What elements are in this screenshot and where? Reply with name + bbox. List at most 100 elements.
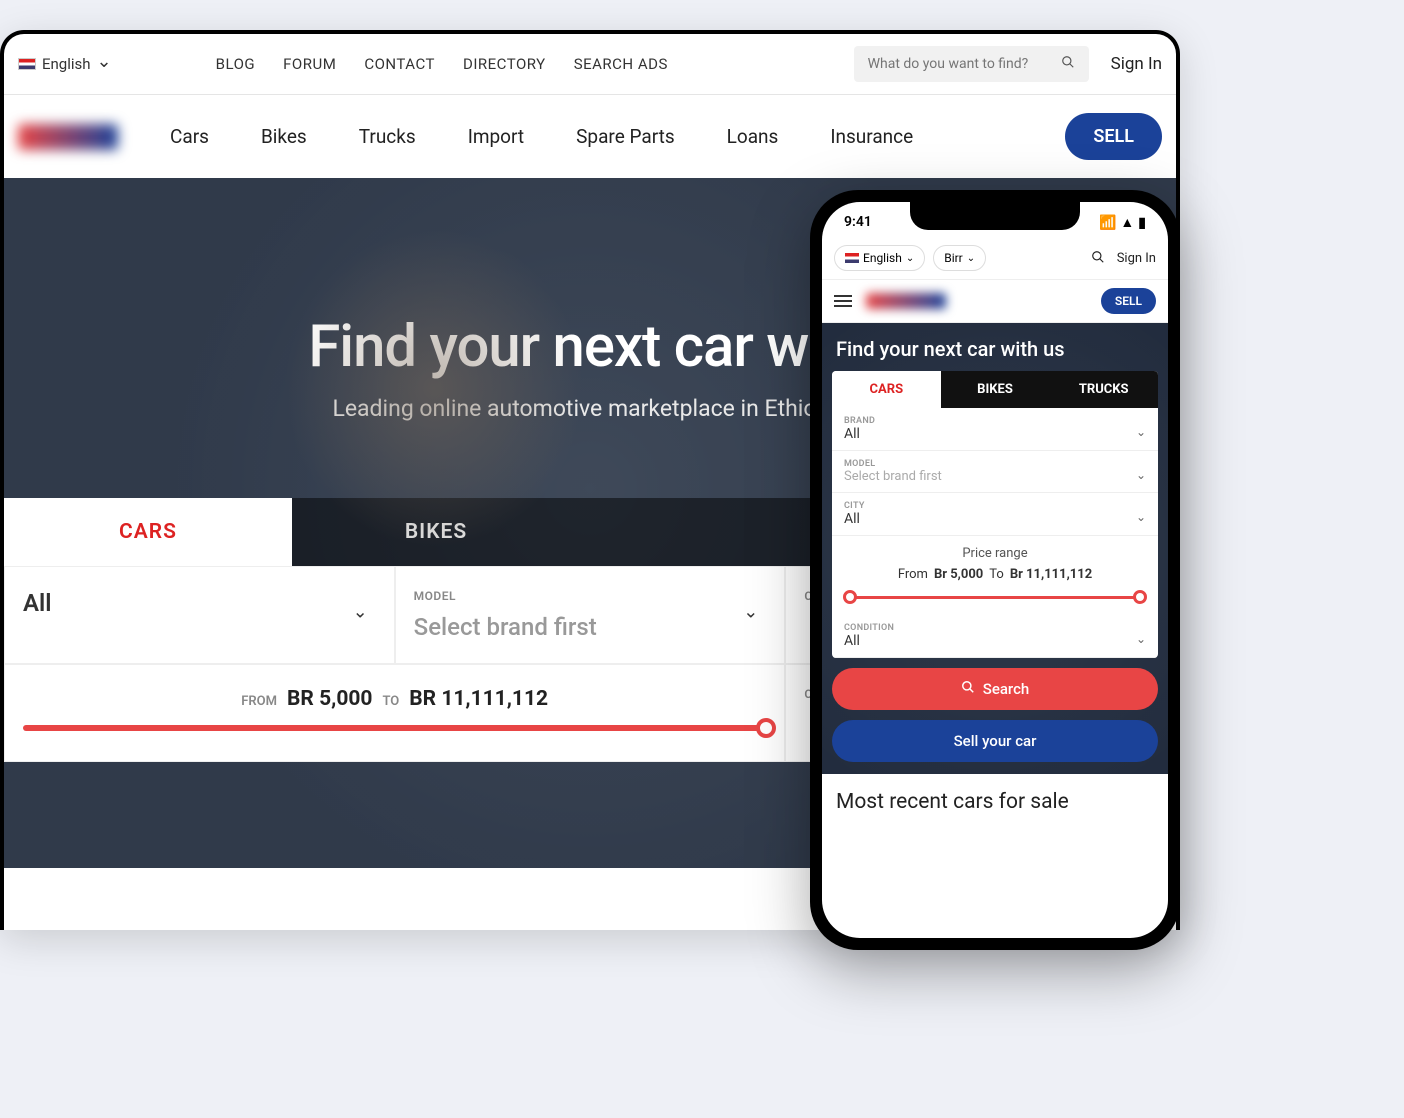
mobile-sell-button[interactable]: SELL [1101, 288, 1156, 314]
status-time: 9:41 [844, 214, 872, 231]
search-icon[interactable] [1091, 249, 1105, 268]
chevron-down-icon [743, 605, 758, 626]
hero-image [284, 228, 584, 548]
nav-spare[interactable]: Spare Parts [576, 125, 674, 148]
mobile-model-filter[interactable]: MODEL Select brand first ⌄ [832, 451, 1158, 493]
top-bar: English BLOG FORUM CONTACT DIRECTORY SEA… [4, 34, 1176, 95]
nav-cars[interactable]: Cars [170, 125, 209, 148]
menu-icon[interactable] [834, 295, 852, 307]
mobile-recent-heading: Most recent cars for sale [822, 774, 1168, 830]
mobile-price-row: From Br 5,000 To Br 11,111,112 [844, 567, 1146, 582]
mobile-nav: SELL [822, 279, 1168, 323]
brand-filter[interactable]: All [4, 566, 395, 664]
mobile-search-button[interactable]: Search [832, 668, 1158, 710]
mobile-condition-label: CONDITION [844, 623, 1146, 633]
mobile-tab-trucks[interactable]: TRUCKS [1049, 371, 1158, 408]
search-box[interactable] [854, 46, 1089, 82]
search-icon[interactable] [1061, 55, 1075, 73]
flag-icon [845, 253, 859, 263]
mobile-condition-filter[interactable]: CONDITION All ⌄ [832, 615, 1158, 658]
mobile-to-value: Br 11,111,112 [1010, 567, 1092, 582]
nav-import[interactable]: Import [468, 125, 524, 148]
mobile-currency-label: Birr [944, 251, 963, 265]
mobile-top-bar: English ⌄ Birr ⌄ Sign In [822, 237, 1168, 279]
mobile-brand-label: BRAND [844, 416, 1146, 426]
nav-trucks[interactable]: Trucks [359, 125, 416, 148]
search-input[interactable] [868, 56, 1061, 72]
mobile-hero: Find your next car with us CARS BIKES TR… [822, 323, 1168, 774]
model-label: MODEL [414, 589, 767, 603]
chevron-down-icon: ⌄ [906, 253, 914, 264]
mobile-currency-selector[interactable]: Birr ⌄ [933, 245, 986, 271]
mobile-tabs: CARS BIKES TRUCKS [832, 371, 1158, 408]
mobile-search-label: Search [983, 680, 1030, 698]
to-label: TO [382, 694, 399, 709]
model-placeholder: Select brand first [414, 613, 767, 641]
mobile-signin-link[interactable]: Sign In [1117, 251, 1156, 266]
top-link-forum[interactable]: FORUM [283, 55, 336, 73]
battery-icon: ▮ [1138, 215, 1146, 231]
status-icons: 📶 ▲ ▮ [1099, 214, 1146, 231]
brand-value: All [23, 589, 376, 617]
mobile-brand-filter[interactable]: BRAND All ⌄ [832, 408, 1158, 451]
nav-loans[interactable]: Loans [727, 125, 779, 148]
to-value: BR 11,111,112 [409, 687, 548, 711]
mobile-condition-value: All [844, 633, 1146, 649]
mobile-city-value: All [844, 511, 1146, 527]
signal-icon: 📶 [1099, 215, 1116, 231]
price-range-filter[interactable]: FROM BR 5,000 TO BR 11,111,112 [4, 664, 785, 762]
from-label: FROM [241, 694, 277, 709]
mobile-tab-bikes[interactable]: BIKES [941, 371, 1050, 408]
chevron-down-icon: ⌄ [1136, 632, 1146, 646]
mobile-from-value: Br 5,000 [934, 567, 983, 582]
top-link-searchads[interactable]: SEARCH ADS [574, 55, 668, 73]
logo[interactable] [18, 124, 118, 150]
mobile-sell-car-label: Sell your car [954, 732, 1037, 750]
flag-icon [18, 58, 36, 70]
nav-bikes[interactable]: Bikes [261, 125, 307, 148]
chevron-down-icon: ⌄ [1136, 510, 1146, 524]
slider-handle-left[interactable] [843, 590, 857, 604]
mobile-price-title: Price range [844, 546, 1146, 561]
top-link-contact[interactable]: CONTACT [364, 55, 435, 73]
slider-handle[interactable] [756, 718, 776, 738]
slider-handle-right[interactable] [1133, 590, 1147, 604]
mobile-from-label: From [898, 567, 928, 582]
mobile-brand-value: All [844, 426, 1146, 442]
mobile-tab-cars[interactable]: CARS [832, 371, 941, 408]
top-links: BLOG FORUM CONTACT DIRECTORY SEARCH ADS [216, 55, 668, 73]
mobile-search-card: CARS BIKES TRUCKS BRAND All ⌄ MODEL Sele… [832, 371, 1158, 658]
chevron-down-icon: ⌄ [1136, 467, 1146, 481]
top-right: Sign In [854, 46, 1162, 82]
price-range-row: FROM BR 5,000 TO BR 11,111,112 [23, 687, 766, 711]
nav-insurance[interactable]: Insurance [830, 125, 913, 148]
top-link-directory[interactable]: DIRECTORY [463, 55, 546, 73]
phone-notch [910, 202, 1080, 230]
mobile-hero-title: Find your next car with us [832, 337, 1158, 361]
search-icon [961, 680, 975, 698]
chevron-down-icon: ⌄ [1136, 425, 1146, 439]
top-link-blog[interactable]: BLOG [216, 55, 256, 73]
price-slider[interactable] [23, 725, 766, 731]
mobile-city-filter[interactable]: CITY All ⌄ [832, 493, 1158, 536]
model-filter[interactable]: MODEL Select brand first [395, 566, 786, 664]
tab-cars[interactable]: CARS [4, 498, 292, 566]
mobile-model-placeholder: Select brand first [844, 469, 1146, 484]
mobile-sell-car-button[interactable]: Sell your car [832, 720, 1158, 762]
mobile-top-right: Sign In [1091, 249, 1156, 268]
chevron-down-icon [97, 54, 112, 75]
signin-link[interactable]: Sign In [1111, 54, 1162, 74]
phone-screen: 9:41 📶 ▲ ▮ English ⌄ Birr ⌄ Sign In [822, 202, 1168, 938]
mobile-language-label: English [863, 251, 902, 265]
mobile-to-label: To [989, 567, 1004, 582]
mobile-price-slider[interactable] [848, 596, 1142, 599]
chevron-down-icon: ⌄ [967, 253, 975, 264]
mobile-logo[interactable] [866, 293, 946, 309]
language-selector[interactable]: English [18, 54, 126, 75]
main-nav: Cars Bikes Trucks Import Spare Parts Loa… [4, 95, 1176, 178]
language-label: English [42, 55, 91, 73]
mobile-model-label: MODEL [844, 459, 1146, 469]
phone-frame: 9:41 📶 ▲ ▮ English ⌄ Birr ⌄ Sign In [810, 190, 1180, 950]
sell-button[interactable]: SELL [1065, 113, 1162, 160]
mobile-language-selector[interactable]: English ⌄ [834, 245, 925, 271]
